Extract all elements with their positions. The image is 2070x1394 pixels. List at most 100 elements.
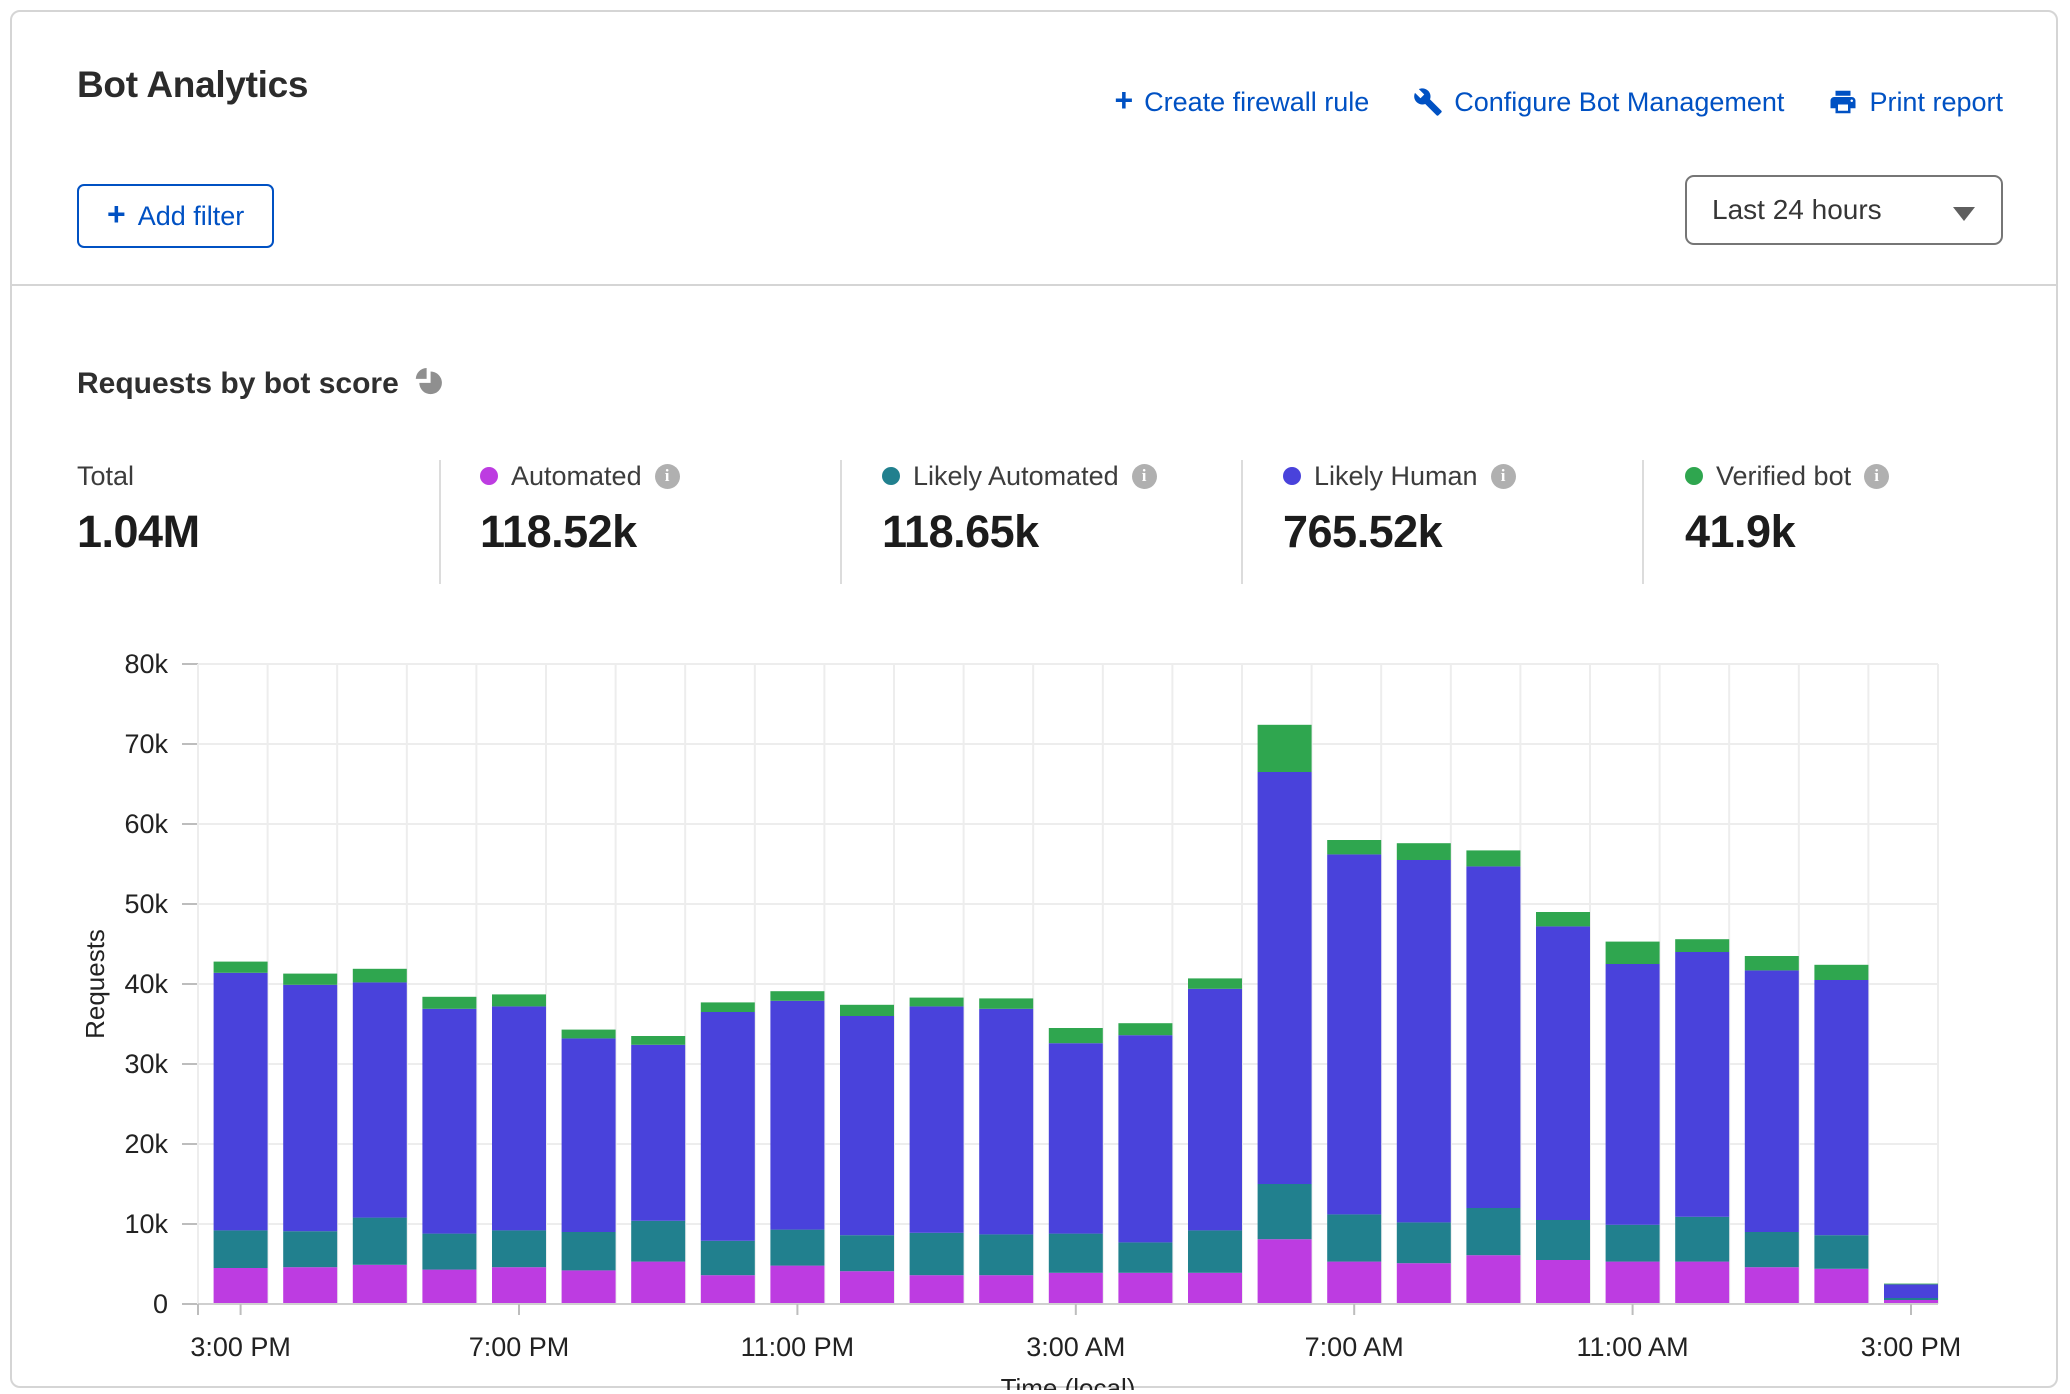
bar-segment-likely-automated[interactable] <box>1188 1230 1242 1272</box>
bar-segment-likely-automated[interactable] <box>1327 1214 1381 1261</box>
bar-segment-automated[interactable] <box>1675 1262 1729 1304</box>
bar-segment-automated[interactable] <box>1606 1262 1660 1304</box>
bar-segment-automated[interactable] <box>1258 1239 1312 1304</box>
time-range-select[interactable]: Last 24 hours <box>1685 175 2003 245</box>
bar-segment-likely-automated[interactable] <box>283 1231 337 1267</box>
bar-segment-likely-automated[interactable] <box>1049 1234 1103 1273</box>
bar-segment-likely-human[interactable] <box>1536 926 1590 1220</box>
bar-segment-likely-human[interactable] <box>701 1012 755 1241</box>
bar-segment-verified-bot[interactable] <box>562 1030 616 1039</box>
bar-segment-likely-human[interactable] <box>1466 866 1520 1208</box>
bar-segment-automated[interactable] <box>1118 1273 1172 1304</box>
bar-segment-likely-human[interactable] <box>1745 970 1799 1232</box>
bar-segment-verified-bot[interactable] <box>840 1005 894 1016</box>
bar-segment-likely-automated[interactable] <box>840 1235 894 1271</box>
bar-segment-verified-bot[interactable] <box>353 969 407 983</box>
bar-segment-likely-human[interactable] <box>1188 989 1242 1231</box>
print-report-link[interactable]: Print report <box>1828 87 2003 118</box>
bar-segment-likely-human[interactable] <box>910 1006 964 1232</box>
bar-segment-verified-bot[interactable] <box>214 962 268 973</box>
bar-segment-verified-bot[interactable] <box>1327 840 1381 854</box>
bar-segment-verified-bot[interactable] <box>492 994 546 1006</box>
add-filter-button[interactable]: + Add filter <box>77 184 274 248</box>
bar-segment-automated[interactable] <box>840 1271 894 1304</box>
bar-segment-likely-automated[interactable] <box>1814 1235 1868 1269</box>
bar-segment-likely-automated[interactable] <box>979 1234 1033 1275</box>
bar-segment-likely-automated[interactable] <box>770 1230 824 1266</box>
info-icon[interactable]: i <box>1491 464 1516 489</box>
bar-segment-likely-automated[interactable] <box>214 1230 268 1268</box>
bar-segment-verified-bot[interactable] <box>1188 978 1242 988</box>
configure-bot-management-link[interactable]: Configure Bot Management <box>1413 87 1784 118</box>
bar-segment-automated[interactable] <box>631 1262 685 1304</box>
bar-segment-verified-bot[interactable] <box>1258 725 1312 772</box>
bar-segment-likely-human[interactable] <box>631 1045 685 1221</box>
bar-segment-automated[interactable] <box>1466 1255 1520 1304</box>
create-firewall-rule-link[interactable]: + Create firewall rule <box>1114 86 1369 118</box>
bar-segment-verified-bot[interactable] <box>1118 1023 1172 1035</box>
bar-segment-automated[interactable] <box>1049 1273 1103 1304</box>
bar-segment-likely-automated[interactable] <box>1536 1220 1590 1260</box>
bar-segment-verified-bot[interactable] <box>422 997 476 1009</box>
bar-segment-verified-bot[interactable] <box>1536 912 1590 926</box>
bar-segment-automated[interactable] <box>562 1270 616 1304</box>
bar-segment-likely-automated[interactable] <box>422 1234 476 1270</box>
bar-segment-automated[interactable] <box>1397 1263 1451 1304</box>
bar-segment-verified-bot[interactable] <box>1466 850 1520 866</box>
bar-segment-likely-automated[interactable] <box>1397 1222 1451 1263</box>
bar-segment-verified-bot[interactable] <box>283 974 337 985</box>
bar-segment-likely-human[interactable] <box>1814 980 1868 1235</box>
bar-segment-likely-automated[interactable] <box>1118 1242 1172 1272</box>
bar-segment-likely-automated[interactable] <box>353 1218 407 1265</box>
bar-segment-automated[interactable] <box>1745 1267 1799 1304</box>
bar-segment-likely-human[interactable] <box>1606 964 1660 1225</box>
bar-segment-likely-automated[interactable] <box>562 1232 616 1270</box>
bar-segment-automated[interactable] <box>492 1267 546 1304</box>
bar-segment-likely-human[interactable] <box>214 973 268 1231</box>
bar-segment-likely-human[interactable] <box>1884 1284 1938 1298</box>
bar-segment-likely-human[interactable] <box>1675 952 1729 1217</box>
bar-segment-likely-automated[interactable] <box>1675 1217 1729 1262</box>
bar-segment-verified-bot[interactable] <box>631 1036 685 1045</box>
bar-segment-automated[interactable] <box>1188 1273 1242 1304</box>
bar-segment-verified-bot[interactable] <box>770 991 824 1001</box>
bar-segment-verified-bot[interactable] <box>1049 1028 1103 1043</box>
bar-segment-likely-automated[interactable] <box>1606 1225 1660 1262</box>
info-icon[interactable]: i <box>655 464 680 489</box>
bar-segment-likely-automated[interactable] <box>910 1233 964 1275</box>
bar-segment-automated[interactable] <box>701 1275 755 1304</box>
bar-segment-likely-human[interactable] <box>840 1016 894 1235</box>
bar-segment-verified-bot[interactable] <box>1606 942 1660 964</box>
bar-segment-likely-automated[interactable] <box>492 1230 546 1267</box>
info-icon[interactable]: i <box>1132 464 1157 489</box>
bar-segment-automated[interactable] <box>1327 1262 1381 1304</box>
bar-segment-likely-human[interactable] <box>492 1006 546 1230</box>
bar-segment-likely-human[interactable] <box>353 982 407 1217</box>
bar-segment-automated[interactable] <box>214 1268 268 1304</box>
bar-segment-verified-bot[interactable] <box>1745 956 1799 970</box>
bar-segment-automated[interactable] <box>1884 1300 1938 1304</box>
bar-segment-automated[interactable] <box>353 1265 407 1304</box>
bar-segment-likely-human[interactable] <box>422 1009 476 1234</box>
bar-segment-verified-bot[interactable] <box>701 1002 755 1012</box>
bar-segment-likely-human[interactable] <box>1327 854 1381 1214</box>
bar-segment-likely-human[interactable] <box>770 1001 824 1230</box>
bar-segment-likely-human[interactable] <box>1049 1043 1103 1233</box>
bar-segment-automated[interactable] <box>770 1266 824 1304</box>
bar-segment-verified-bot[interactable] <box>979 998 1033 1008</box>
bar-segment-automated[interactable] <box>1536 1260 1590 1304</box>
bar-segment-likely-automated[interactable] <box>631 1221 685 1262</box>
bar-segment-likely-human[interactable] <box>979 1009 1033 1235</box>
bar-segment-likely-automated[interactable] <box>1466 1208 1520 1255</box>
bar-segment-verified-bot[interactable] <box>1884 1284 1938 1285</box>
bar-segment-likely-human[interactable] <box>283 985 337 1231</box>
info-icon[interactable]: i <box>1864 464 1889 489</box>
bar-segment-automated[interactable] <box>1814 1269 1868 1304</box>
bar-segment-likely-automated[interactable] <box>701 1241 755 1275</box>
bar-segment-verified-bot[interactable] <box>1814 965 1868 980</box>
bar-segment-likely-human[interactable] <box>1258 772 1312 1184</box>
bar-segment-automated[interactable] <box>422 1270 476 1304</box>
bar-segment-verified-bot[interactable] <box>1397 843 1451 860</box>
bar-segment-likely-automated[interactable] <box>1745 1232 1799 1267</box>
bar-segment-likely-human[interactable] <box>1397 860 1451 1222</box>
